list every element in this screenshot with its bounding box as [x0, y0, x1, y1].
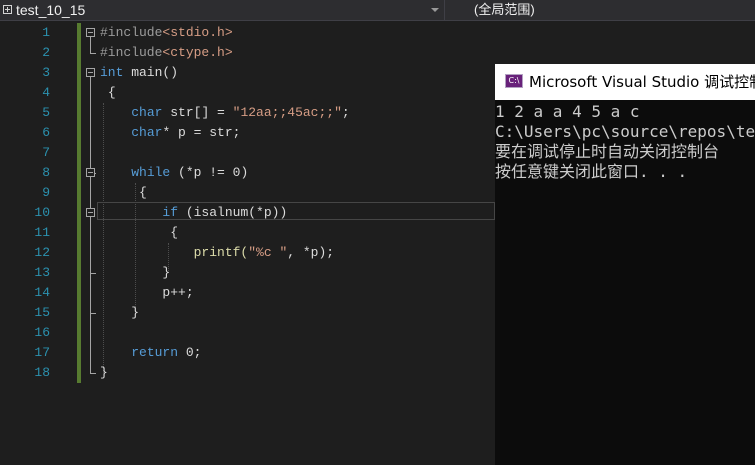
keyword: int	[100, 65, 124, 80]
line-number: 5	[42, 105, 50, 120]
collapse-toggle[interactable]	[86, 208, 95, 217]
brace: }	[131, 305, 140, 320]
code-line[interactable]: while (*p != 0)	[100, 163, 248, 183]
collapse-toggle[interactable]	[86, 28, 95, 37]
statement: p++;	[162, 285, 194, 300]
brace: {	[107, 85, 116, 100]
console-line: C:\Users\pc\source\repos\test_10_15	[495, 122, 755, 141]
file-scope-dropdown[interactable]: test_10_15	[0, 0, 445, 20]
brace: }	[100, 365, 108, 380]
outline-line	[90, 37, 91, 53]
string-literal: "%c "	[248, 245, 288, 260]
line-number: 18	[34, 365, 50, 380]
line-number: 8	[42, 165, 50, 180]
line-number: 3	[42, 65, 50, 80]
code-line[interactable]: printf("%c ", *p);	[100, 243, 334, 263]
global-scope-dropdown[interactable]: (全局范围)	[446, 0, 755, 20]
console-app-icon: C:\	[505, 74, 523, 88]
code-line[interactable]: if (isalnum(*p))	[100, 203, 287, 223]
keyword: char	[131, 105, 163, 120]
include-header: <stdio.h>	[162, 25, 233, 40]
keyword: return	[131, 345, 179, 360]
code-line[interactable]: {	[100, 223, 178, 243]
brace: {	[170, 225, 179, 240]
line-number: 15	[34, 305, 50, 320]
debug-console-window[interactable]: C:\ Microsoft Visual Studio 调试控制台 1 2 a …	[495, 64, 755, 465]
line-number: 7	[42, 145, 50, 160]
function-call: printf(	[193, 245, 249, 260]
code-line[interactable]: return 0;	[100, 343, 201, 363]
outline-end	[90, 53, 96, 54]
statement: 0;	[178, 345, 202, 360]
global-scope-label: (全局范围)	[474, 2, 535, 17]
outline-end	[90, 313, 96, 314]
code-line[interactable]: p++;	[100, 283, 194, 303]
console-title-bar[interactable]: C:\ Microsoft Visual Studio 调试控制台	[495, 64, 755, 100]
line-number: 2	[42, 45, 50, 60]
brace: {	[139, 185, 147, 200]
change-tracking-bar	[77, 23, 81, 383]
line-number: 17	[34, 345, 50, 360]
console-line: 要在调试停止时自动关闭控制台	[495, 142, 720, 161]
declaration: * p = str;	[162, 125, 241, 140]
outline-end	[90, 273, 96, 274]
keyword: while	[131, 165, 171, 180]
line-number: 11	[34, 225, 50, 240]
collapse-toggle[interactable]	[86, 68, 95, 77]
file-scope-label: test_10_15	[16, 2, 86, 18]
code-line[interactable]: }	[100, 303, 139, 323]
line-number: 4	[42, 85, 50, 100]
code-line[interactable]: #include<ctype.h>	[100, 43, 233, 63]
line-number: 6	[42, 125, 50, 140]
console-title: Microsoft Visual Studio 调试控制台	[529, 73, 755, 91]
line-number: 16	[34, 325, 50, 340]
brace: }	[162, 265, 171, 280]
code-line[interactable]: #include<stdio.h>	[100, 23, 233, 43]
code-line[interactable]: }	[100, 263, 170, 283]
chevron-down-icon[interactable]	[431, 8, 439, 12]
condition: (*p != 0)	[170, 165, 249, 180]
condition: (isalnum(*p))	[178, 205, 288, 220]
line-number: 13	[34, 265, 50, 280]
console-line: 1 2 a a 4 5 a c	[495, 102, 640, 121]
file-project-icon	[3, 5, 12, 14]
arguments: , *p);	[287, 245, 335, 260]
code-line[interactable]: }	[100, 363, 108, 383]
preprocessor-directive: #include	[100, 45, 163, 60]
code-line[interactable]: {	[100, 183, 147, 203]
outline-end	[90, 373, 96, 374]
line-number: 1	[42, 25, 50, 40]
code-line[interactable]: int main()	[100, 63, 178, 83]
collapse-toggle[interactable]	[86, 168, 95, 177]
declaration: str[] =	[162, 105, 233, 120]
string-literal: "12aa;;45ac;;"	[232, 105, 342, 120]
line-number: 12	[34, 245, 50, 260]
code-line[interactable]: char* p = str;	[100, 123, 240, 143]
keyword: char	[131, 125, 163, 140]
code-line[interactable]: char str[] = "12aa;;45ac;;";	[100, 103, 350, 123]
include-header: <ctype.h>	[162, 45, 233, 60]
function-signature: main()	[123, 65, 179, 80]
console-output[interactable]: 1 2 a a 4 5 a c C:\Users\pc\source\repos…	[495, 102, 755, 465]
line-number: 14	[34, 285, 50, 300]
keyword: if	[162, 205, 179, 220]
punctuation: ;	[341, 105, 350, 120]
outline-line	[90, 77, 91, 373]
line-number: 9	[42, 185, 50, 200]
navigation-bar: test_10_15 (全局范围)	[0, 0, 755, 21]
preprocessor-directive: #include	[100, 25, 163, 40]
console-line: 按任意键关闭此窗口. . .	[495, 162, 688, 181]
line-number: 10	[34, 205, 50, 220]
code-line[interactable]: {	[100, 83, 116, 103]
